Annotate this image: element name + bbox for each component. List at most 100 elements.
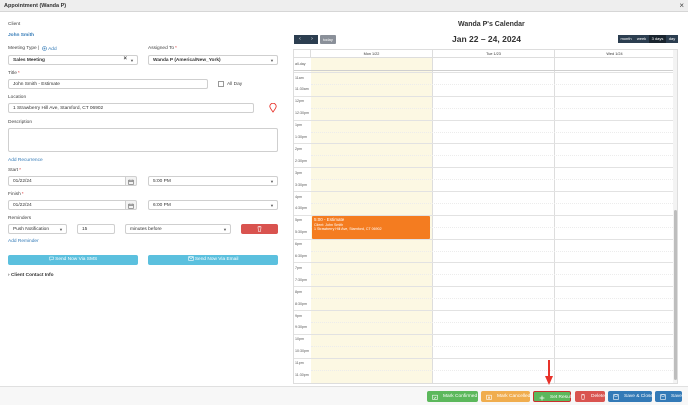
calendar-grid: Mon 1/22 Tue 1/23 Wed 1/24 all-day 11am 1…	[293, 49, 678, 384]
time-slot-label: 10:30pm	[295, 349, 309, 354]
delete-reminder-button[interactable]	[241, 224, 278, 234]
assigned-to-select[interactable]: Wanda P (America/New_York) ▼	[148, 55, 278, 65]
time-slot-line	[311, 179, 677, 181]
appointment-event[interactable]: 5:00 - Estimate Client: John Smith 1 Str…	[312, 215, 430, 239]
map-pin-icon[interactable]	[269, 103, 277, 113]
chevron-right-icon: ›	[311, 36, 313, 42]
add-reminder-link[interactable]: Add Reminder	[8, 239, 39, 244]
window-title: Appointment (Wanda P)	[4, 3, 67, 9]
time-axis-header	[294, 50, 311, 58]
plus-circle-icon	[42, 46, 47, 51]
time-slot-line	[311, 83, 677, 85]
time-slot-label: 2:30pm	[295, 158, 307, 163]
mark-cancelled-button[interactable]: Mark Cancelled	[481, 391, 530, 402]
add-meeting-type-link[interactable]: Add	[42, 46, 57, 52]
chevron-down-icon: ▼	[223, 227, 227, 232]
send-sms-button[interactable]: Send Now Via SMS	[8, 255, 138, 265]
reminder-unit-select[interactable]: minutes before ▼	[125, 224, 231, 234]
scrollbar-thumb[interactable]	[673, 210, 677, 380]
time-slot-label: 6pm	[295, 242, 302, 247]
start-date-input[interactable]: 01/22/24	[8, 176, 126, 186]
assigned-to-label: Assigned To*	[148, 46, 177, 51]
time-slot-label: 5:30pm	[295, 230, 307, 235]
mark-confirmed-button[interactable]: Mark Confirmed	[427, 391, 478, 402]
clear-icon[interactable]: ×	[123, 56, 127, 62]
time-slot-label: 11:30pm	[295, 373, 309, 377]
time-slot-label: 7pm	[295, 265, 302, 270]
client-name-link[interactable]: John Smith	[8, 33, 34, 38]
column-header-mon: Mon 1/22	[311, 50, 433, 58]
add-recurrence-link[interactable]: Add Recurrence	[8, 158, 43, 163]
reminder-type-select[interactable]: Push Notification ▼	[8, 224, 67, 234]
all-day-label: all-day	[295, 62, 306, 66]
delete-button[interactable]: Delete	[575, 391, 605, 402]
chevron-right-icon: ›	[8, 273, 10, 278]
view-day-button[interactable]: day	[666, 35, 678, 43]
envelope-icon	[187, 256, 194, 261]
time-slot-label: 11:30am	[295, 87, 309, 92]
time-slot-label: 10pm	[295, 337, 304, 342]
set-result-button[interactable]: Set Result	[533, 391, 572, 402]
time-slot-line	[311, 155, 677, 157]
calendar-scrollbar[interactable]	[673, 50, 677, 383]
time-slot-line	[294, 72, 677, 73]
time-slot-line	[311, 250, 677, 252]
chevron-down-icon: ▼	[270, 203, 274, 208]
view-month-button[interactable]: month	[618, 35, 634, 43]
finish-date-input[interactable]: 01/22/24	[8, 200, 126, 210]
close-icon[interactable]: ×	[679, 1, 684, 10]
today-button[interactable]: today	[320, 35, 336, 44]
calendar-date-range: Jan 22 – 24, 2024	[452, 34, 522, 44]
description-textarea[interactable]	[8, 128, 278, 152]
start-time-select[interactable]: 5:00 PM ▼	[148, 176, 278, 186]
time-slot-label: 11am	[295, 75, 304, 80]
title-input[interactable]: John Smith - Estimate	[8, 79, 208, 89]
time-slot-label: 12:30pm	[295, 111, 309, 116]
save-button[interactable]: Save	[655, 391, 682, 402]
time-slot-line	[294, 262, 677, 264]
time-slot-line	[294, 333, 677, 335]
all-day-checkbox[interactable]	[218, 81, 224, 87]
client-label: Client	[8, 22, 21, 27]
calendar-title: Wanda P's Calendar	[458, 21, 525, 28]
event-address: 1 Strawberry Hill Ave, Stamford, CT 0690…	[314, 227, 382, 232]
all-day-row[interactable]: all-day	[294, 58, 675, 71]
trash-icon	[257, 226, 262, 232]
start-date-picker-button[interactable]	[126, 176, 137, 186]
finish-time-select[interactable]: 6:00 PM ▼	[148, 200, 278, 210]
save-disk-icon	[660, 393, 666, 400]
calendar-x-icon	[486, 394, 492, 400]
time-slot-line	[311, 321, 677, 323]
time-slot-line	[311, 107, 677, 109]
meeting-type-select[interactable]: Sales Meeting × ▼	[8, 55, 138, 65]
save-close-button[interactable]: Save & Close	[608, 391, 653, 402]
chevron-down-icon: ▼	[270, 58, 274, 63]
time-slot-label: 11pm	[295, 361, 304, 366]
client-contact-info-toggle[interactable]: › Client Contact Info	[8, 273, 54, 278]
time-slot-label: 3pm	[295, 170, 302, 175]
location-input[interactable]: 1 Strawberry Hill Ave, Stamford, CT 0690…	[8, 103, 254, 113]
calendar-check-icon	[432, 394, 438, 400]
reminder-amount-input[interactable]: 15	[77, 224, 115, 234]
finish-date-picker-button[interactable]	[126, 200, 137, 210]
window-titlebar: Appointment (Wanda P) ×	[0, 0, 688, 12]
time-slot-line	[311, 274, 677, 276]
time-slot-line	[294, 95, 677, 97]
trash-icon	[581, 393, 585, 400]
calendar-icon	[128, 203, 134, 209]
column-header-tue: Tue 1/23	[433, 50, 555, 58]
time-slot-label: 5pm	[295, 218, 302, 223]
time-slot-label: 4:30pm	[295, 206, 307, 211]
view-3days-button[interactable]: 3 days	[649, 35, 666, 43]
time-slot-line	[311, 298, 677, 300]
send-email-button[interactable]: Send Now Via Email	[148, 255, 278, 265]
next-period-button[interactable]: ›	[306, 35, 318, 44]
time-slot-line	[311, 345, 677, 347]
time-slot-label: 8:30pm	[295, 301, 307, 306]
time-slot-label: 4pm	[295, 194, 302, 199]
view-week-button[interactable]: week	[634, 35, 649, 43]
calendar-icon	[128, 179, 134, 185]
time-slot-label: 9:30pm	[295, 325, 307, 330]
time-slot-label: 1pm	[295, 123, 302, 128]
prev-period-button[interactable]: ‹	[294, 35, 306, 44]
